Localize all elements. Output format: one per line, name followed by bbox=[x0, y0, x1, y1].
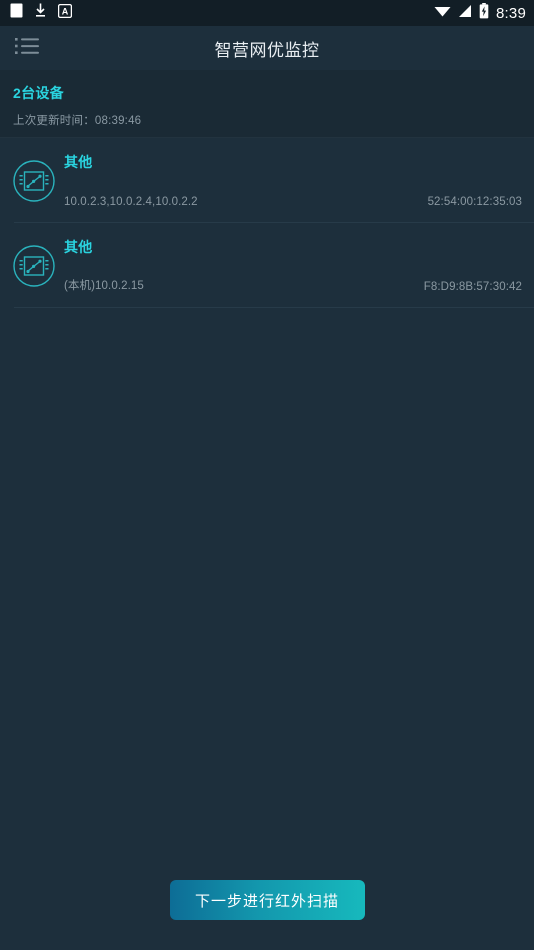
wifi-icon bbox=[434, 4, 451, 23]
last-updated-label: 上次更新时间：08:39:46 bbox=[13, 115, 142, 127]
signal-icon bbox=[458, 4, 472, 23]
device-name: 其他 bbox=[64, 238, 93, 255]
notification-square-icon bbox=[10, 3, 23, 23]
device-list: 其他 10.0.2.3,10.0.2.4,10.0.2.2 52:54:00:1… bbox=[0, 138, 534, 308]
status-bar: A 8:39 bbox=[0, 0, 534, 26]
download-icon bbox=[34, 3, 47, 23]
next-infrared-scan-button[interactable]: 下一步进行红外扫描 bbox=[169, 880, 365, 920]
device-mac: F8:D9:8B:57:30:42 bbox=[423, 280, 522, 293]
list-item[interactable]: 其他 (本机)10.0.2.15 F8:D9:8B:57:30:42 bbox=[0, 223, 534, 308]
device-ip: (本机)10.0.2.15 bbox=[64, 279, 144, 292]
list-menu-icon bbox=[15, 36, 41, 61]
summary-section: 2台设备 上次更新时间：08:39:46 bbox=[0, 70, 534, 138]
footer-bar: 下一步进行红外扫描 bbox=[0, 850, 534, 950]
app-root: A 8:39 智营网优监控 2台设备 上次更新时间：08:39:46 其他 10… bbox=[0, 0, 534, 950]
menu-button[interactable] bbox=[8, 26, 48, 70]
device-chip-icon bbox=[12, 159, 56, 203]
device-ip: 10.0.2.3,10.0.2.4,10.0.2.2 bbox=[64, 195, 198, 208]
letter-a-box-icon: A bbox=[57, 3, 73, 23]
status-bar-right-icons: 8:39 bbox=[434, 2, 526, 24]
list-item[interactable]: 其他 10.0.2.3,10.0.2.4,10.0.2.2 52:54:00:1… bbox=[0, 138, 534, 223]
status-bar-clock: 8:39 bbox=[496, 4, 526, 22]
list-item-body: 其他 (本机)10.0.2.15 F8:D9:8B:57:30:42 bbox=[64, 235, 522, 297]
svg-text:A: A bbox=[62, 6, 69, 16]
device-name: 其他 bbox=[64, 153, 93, 170]
title-bar: 智营网优监控 bbox=[0, 26, 534, 70]
device-mac: 52:54:00:12:35:03 bbox=[427, 195, 522, 208]
device-chip-icon bbox=[12, 244, 56, 288]
device-count-label: 2台设备 bbox=[13, 85, 64, 101]
status-bar-left-icons: A bbox=[10, 3, 73, 23]
battery-charging-icon bbox=[479, 2, 489, 24]
list-item-body: 其他 10.0.2.3,10.0.2.4,10.0.2.2 52:54:00:1… bbox=[64, 150, 522, 212]
page-title: 智营网优监控 bbox=[214, 40, 320, 60]
